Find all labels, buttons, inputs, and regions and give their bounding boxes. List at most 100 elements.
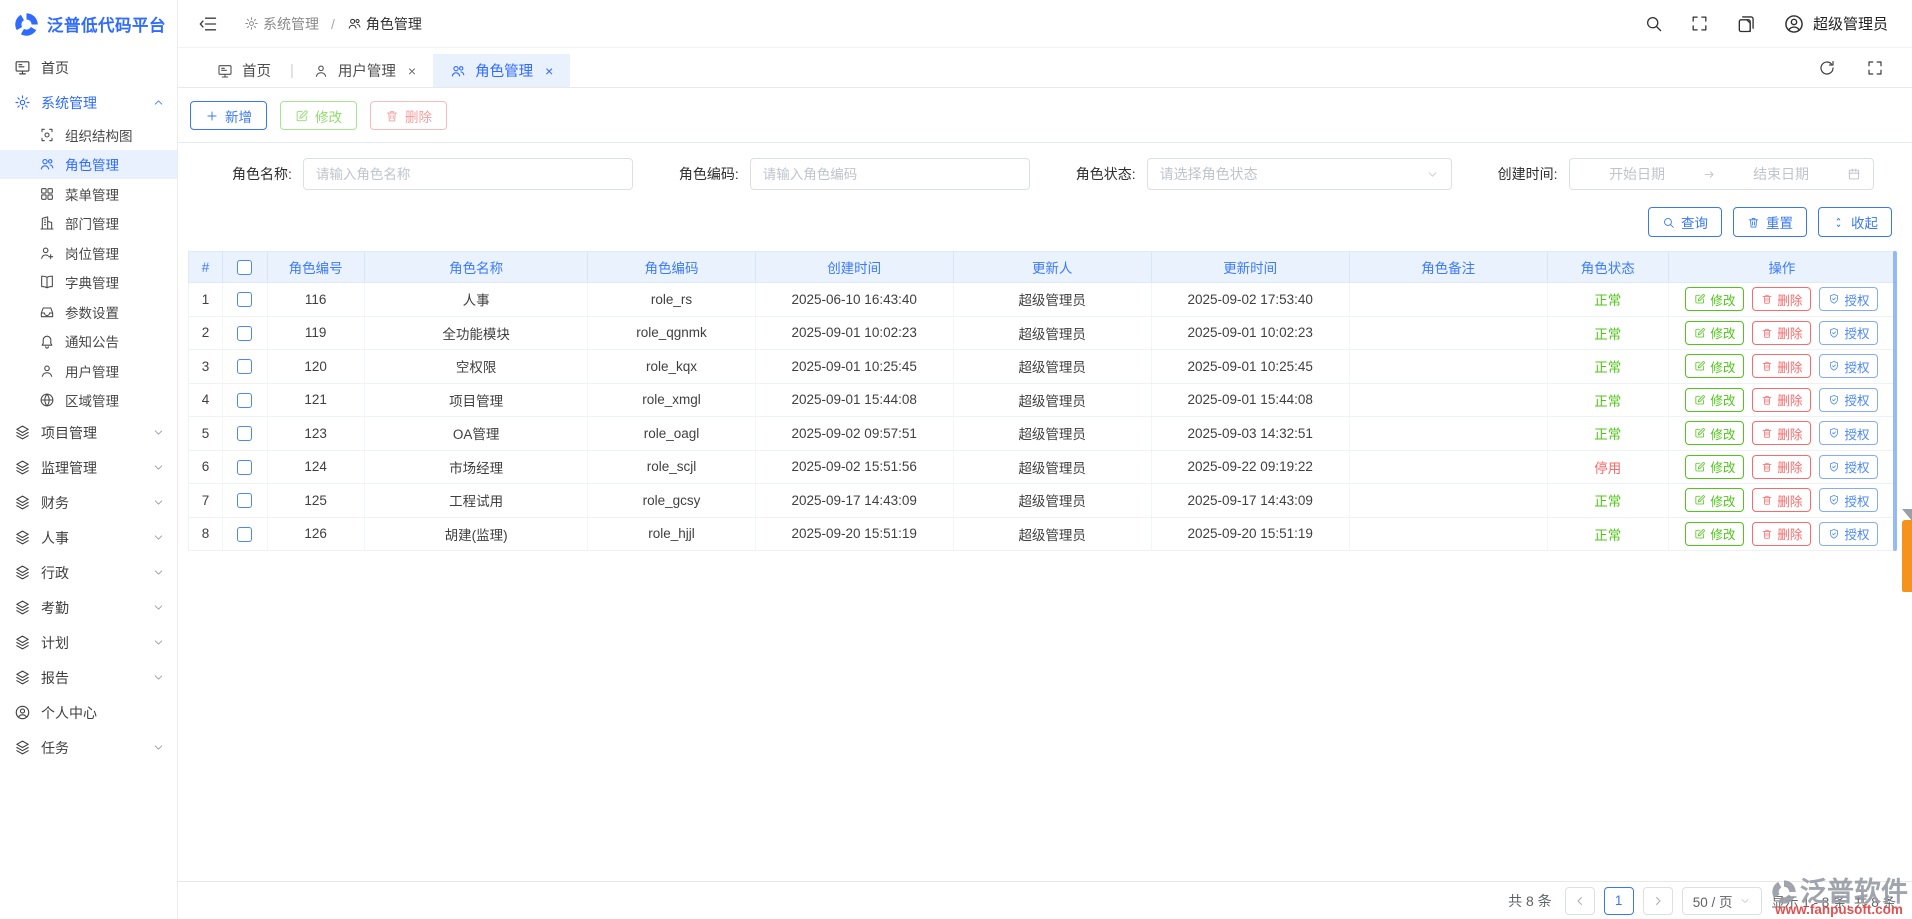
row-checkbox[interactable]	[237, 359, 252, 374]
row-auth-button[interactable]: 授权	[1819, 354, 1878, 378]
row-delete-button[interactable]: 删除	[1752, 455, 1811, 479]
row-delete-button[interactable]: 删除	[1752, 488, 1811, 512]
page-number-button[interactable]: 1	[1604, 887, 1634, 915]
row-auth-button[interactable]: 授权	[1819, 421, 1878, 445]
row-checkbox[interactable]	[237, 460, 252, 475]
plus-icon	[205, 109, 219, 123]
sidebar-item-role-management[interactable]: 角色管理	[0, 150, 177, 180]
trash-icon	[1761, 293, 1773, 305]
sidebar-item-hr[interactable]: 人事	[0, 520, 177, 555]
sidebar-item-project-management[interactable]: 项目管理	[0, 415, 177, 450]
sidebar-item-finance[interactable]: 财务	[0, 485, 177, 520]
created-time-range-picker[interactable]: 开始日期 结束日期	[1569, 158, 1874, 190]
row-edit-button[interactable]: 修改	[1685, 388, 1744, 412]
sidebar-item-home[interactable]: 首页	[0, 50, 177, 85]
refresh-icon[interactable]	[1818, 59, 1836, 77]
add-button[interactable]: 新增	[190, 101, 267, 130]
sidebar-item-user-management[interactable]: 用户管理	[0, 356, 177, 386]
row-auth-button[interactable]: 授权	[1819, 321, 1878, 345]
sidebar-item-administration[interactable]: 行政	[0, 555, 177, 590]
edit-icon	[1694, 327, 1706, 339]
tab-home[interactable]: 首页	[200, 54, 288, 87]
delete-button[interactable]: 删除	[370, 101, 447, 130]
content-panel: 新增 修改 删除 角色名称: 角色编码:	[178, 88, 1912, 919]
row-edit-button[interactable]: 修改	[1685, 354, 1744, 378]
row-checkbox[interactable]	[237, 326, 252, 341]
status-badge: 正常	[1594, 394, 1621, 409]
search-icon[interactable]	[1644, 14, 1663, 33]
sidebar-item-dictionary-management[interactable]: 字典管理	[0, 268, 177, 298]
sidebar-item-report[interactable]: 报告	[0, 660, 177, 695]
next-page-button[interactable]	[1643, 887, 1673, 915]
row-auth-button[interactable]: 授权	[1819, 287, 1878, 311]
row-delete-button[interactable]: 删除	[1752, 287, 1811, 311]
fullscreen-icon[interactable]	[1690, 14, 1709, 33]
sidebar-item-personal-center[interactable]: 个人中心	[0, 695, 177, 730]
feedback-edge-handle[interactable]	[1902, 520, 1912, 592]
reset-button[interactable]: 重置	[1733, 207, 1807, 237]
sidebar-item-system-management[interactable]: 系统管理	[0, 85, 177, 120]
role-status-select[interactable]: 请选择角色状态	[1147, 158, 1452, 190]
sidebar-item-label: 组织结构图	[65, 125, 165, 145]
tab-user-management[interactable]: 用户管理×	[296, 54, 433, 87]
sidebar-item-menu-management[interactable]: 菜单管理	[0, 179, 177, 209]
close-icon[interactable]: ×	[408, 63, 416, 79]
row-edit-button[interactable]: 修改	[1685, 522, 1744, 546]
row-edit-button[interactable]: 修改	[1685, 488, 1744, 512]
sidebar-item-post-management[interactable]: 岗位管理	[0, 238, 177, 268]
row-checkbox[interactable]	[237, 292, 252, 307]
role-name-input[interactable]	[303, 158, 633, 190]
cell-index: 5	[189, 417, 223, 451]
sidebar-item-notice[interactable]: 通知公告	[0, 327, 177, 357]
row-checkbox[interactable]	[237, 493, 252, 508]
sidebar-item-plan[interactable]: 计划	[0, 625, 177, 660]
layout-icon[interactable]	[1736, 14, 1756, 34]
row-checkbox[interactable]	[237, 426, 252, 441]
tab-bar: 首页|用户管理×角色管理×	[178, 48, 1912, 88]
end-date-placeholder[interactable]: 结束日期	[1726, 164, 1837, 184]
start-date-placeholder[interactable]: 开始日期	[1582, 164, 1693, 184]
select-all-checkbox[interactable]	[237, 260, 252, 275]
row-edit-button[interactable]: 修改	[1685, 287, 1744, 311]
cell-updated-time: 2025-09-22 09:19:22	[1151, 450, 1349, 484]
row-checkbox[interactable]	[237, 393, 252, 408]
row-delete-button[interactable]: 删除	[1752, 354, 1811, 378]
row-edit-button[interactable]: 修改	[1685, 455, 1744, 479]
sidebar-item-org-structure[interactable]: 组织结构图	[0, 120, 177, 150]
row-delete-button[interactable]: 删除	[1752, 321, 1811, 345]
expand-view-icon[interactable]	[1866, 59, 1884, 77]
sidebar-item-supervision-management[interactable]: 监理管理	[0, 450, 177, 485]
sidebar-item-label: 考勤	[41, 598, 142, 618]
sidebar-item-department-management[interactable]: 部门管理	[0, 209, 177, 239]
cell-index: 7	[189, 484, 223, 518]
row-auth-button[interactable]: 授权	[1819, 522, 1878, 546]
row-edit-button[interactable]: 修改	[1685, 421, 1744, 445]
user-menu[interactable]: 超级管理员	[1783, 13, 1888, 35]
row-delete-button[interactable]: 删除	[1752, 421, 1811, 445]
cell-actions: 修改删除授权	[1668, 484, 1895, 518]
row-edit-button[interactable]: 修改	[1685, 321, 1744, 345]
edit-button[interactable]: 修改	[280, 101, 357, 130]
row-auth-button[interactable]: 授权	[1819, 488, 1878, 512]
avatar-icon	[1783, 13, 1805, 35]
table-scrollbar[interactable]	[1893, 251, 1897, 551]
chevron-down-icon	[152, 741, 165, 754]
search-button[interactable]: 查询	[1648, 207, 1722, 237]
row-delete-button[interactable]: 删除	[1752, 522, 1811, 546]
sidebar-item-task[interactable]: 任务	[0, 730, 177, 765]
collapse-filters-button[interactable]: 收起	[1818, 207, 1892, 237]
sidebar-item-region-management[interactable]: 区域管理	[0, 386, 177, 416]
row-auth-button[interactable]: 授权	[1819, 388, 1878, 412]
sidebar-item-attendance[interactable]: 考勤	[0, 590, 177, 625]
sidebar-item-parameter-settings[interactable]: 参数设置	[0, 297, 177, 327]
row-checkbox[interactable]	[237, 527, 252, 542]
breadcrumb-parent[interactable]: 系统管理	[244, 14, 319, 34]
close-icon[interactable]: ×	[545, 63, 553, 79]
tab-role-management[interactable]: 角色管理×	[433, 54, 570, 87]
role-code-input[interactable]	[750, 158, 1030, 190]
prev-page-button[interactable]	[1565, 887, 1595, 915]
sidebar-collapse-icon[interactable]	[198, 14, 218, 34]
row-delete-button[interactable]: 删除	[1752, 388, 1811, 412]
page-size-select[interactable]: 50 / 页	[1682, 887, 1763, 915]
row-auth-button[interactable]: 授权	[1819, 455, 1878, 479]
